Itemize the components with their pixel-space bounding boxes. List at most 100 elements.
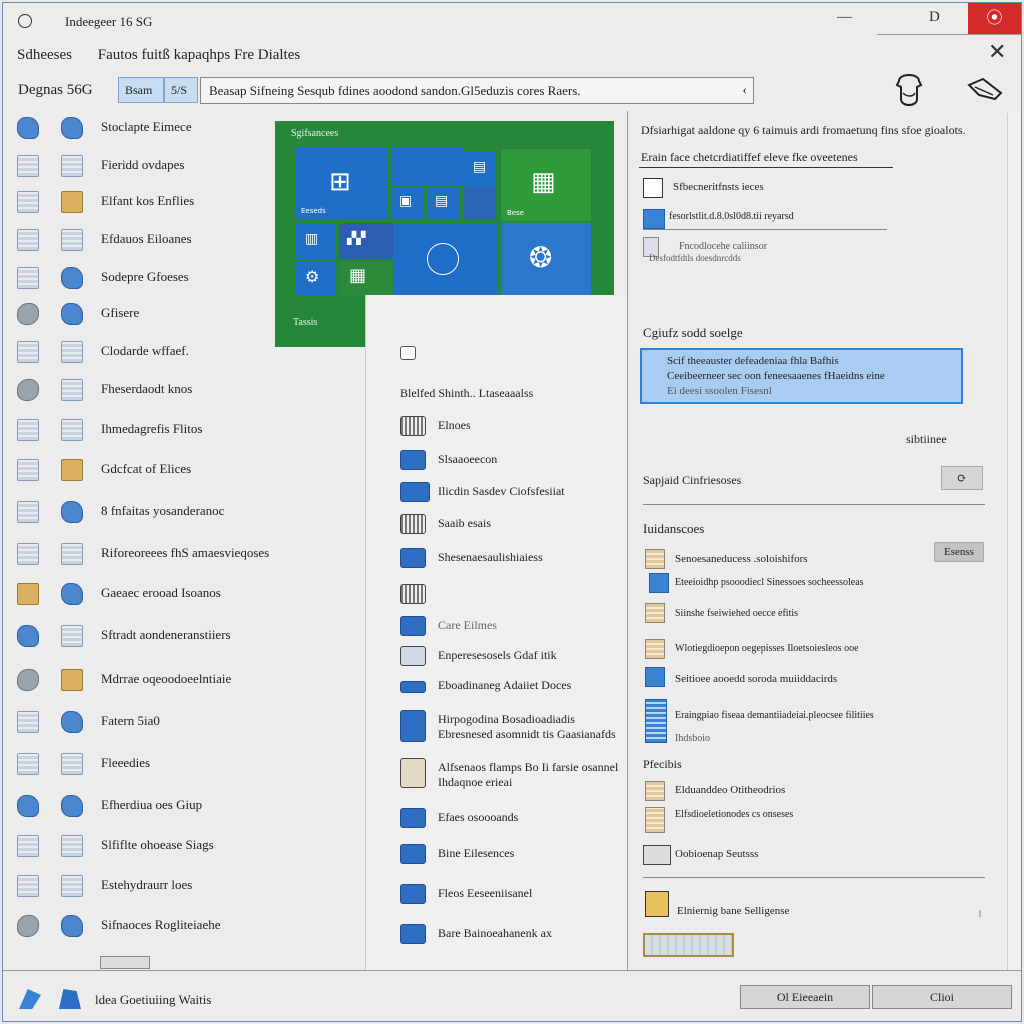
list-item[interactable]: Fleos Eeseeniisanel [400,883,640,907]
list-item[interactable]: Efaes osoooands [400,807,640,831]
tile-windows[interactable]: ⊞ Eeseds [295,147,388,219]
list-item[interactable]: Hirpogodina Bosadioadiadis Ebresnesed as… [400,709,640,749]
list-item[interactable]: Blelfed Shinth.. Ltaseaaalss [400,383,640,407]
right-list-item[interactable]: Wlotiegdioepon oegepisses Iloetsoiesleos… [675,643,859,654]
close-icon[interactable]: ✕ [988,41,1006,63]
nav-item[interactable]: Efherdiua oes Giup [17,793,277,821]
right-list-item[interactable]: Elniernig bane Selligense [677,905,789,917]
list-item[interactable] [400,345,640,369]
address-bar[interactable]: Beasap Sifneing Sesqub fdines aoodond sa… [200,77,754,104]
tile-small[interactable]: ▣ [391,187,423,219]
action-button[interactable]: Esenss [934,542,984,562]
address-text: Beasap Sifneing Sesqub fdines aoodond sa… [209,83,581,98]
nav-item[interactable]: Sifnaoces Rogliteiaehe [17,913,277,941]
selected-item[interactable]: Scif theeauster defeadeniaa fhla Bafhis … [640,348,963,404]
right-list-item[interactable]: Oobioenap Seutsss [675,848,758,860]
nav-item[interactable]: Elfant kos Enflies [17,189,277,217]
tile-small[interactable]: ⚙ [295,261,335,295]
list-item[interactable] [400,583,640,607]
section-link[interactable]: Erain face chetcrdiatiffef eleve fke ove… [641,150,858,165]
nav-item[interactable]: Sodepre Gfoeses [17,265,277,293]
tile-small[interactable] [463,187,496,219]
document-icon [645,639,665,659]
chevron-left-icon[interactable]: ‹ [742,78,747,103]
tile-small[interactable]: ▥ [295,223,335,259]
list-item[interactable]: Saaib esais [400,513,640,537]
cloud-icon [61,267,83,289]
right-list-item[interactable]: Eraingpiao fiseaa demantiiadeiai.pleocse… [675,710,874,721]
nav-item[interactable]: Estehydraurr loes [17,873,277,901]
nav-item[interactable]: Gfisere [17,301,277,329]
nav-item[interactable]: Fatern 5ia0 [17,709,277,737]
list-item[interactable]: Elnoes [400,415,640,439]
right-list-item[interactable]: Siinshe fseiwiehed oecce efitis [675,608,798,619]
nav-item[interactable]: 8 fnfaitas yosanderanoc [17,499,277,527]
horizontal-scrollbar[interactable] [100,956,150,969]
pin-icon[interactable] [19,989,41,1009]
nav-item[interactable]: Ihmedagrefis Flitos [17,417,277,445]
tile-small[interactable]: ▤ [463,151,496,187]
nav-item-label: Sodepre Gfoeses [101,269,189,284]
nav-item[interactable]: Gaeaec erooad Isoanos [17,581,277,609]
nav-item[interactable]: Fheserdaodt knos [17,377,277,405]
right-list-item[interactable]: Elduanddeo Otitheodrios [675,784,785,796]
segment-button-1[interactable]: Bsam [118,77,164,103]
right-row[interactable]: Fncodlocehe caliinsor [679,241,767,252]
list-item[interactable]: Shesenaesaulishiaiess [400,547,640,571]
list-item[interactable]: Care Eilmes [400,615,640,639]
right-row[interactable]: Sfbecneritfnsts ieces [673,181,764,193]
nav-item[interactable]: Sftradt aondeneranstiiers [17,623,277,651]
nav-item-label: Fatern 5ia0 [101,713,160,728]
share-icon[interactable] [59,989,81,1009]
cloud-icon[interactable] [965,75,1005,105]
list-item[interactable]: Ilicdin Sasdev Ciofsfesiiat [400,481,640,505]
nav-item[interactable]: Slfiflte ohoease Siags [17,833,277,861]
nav-item[interactable]: Gdcfcat of Elices [17,457,277,485]
segment-button-2[interactable]: 5/S [164,77,198,103]
menu-item-primary[interactable]: Sdheeses [17,47,72,63]
tile-circle[interactable] [393,223,497,295]
nav-item[interactable]: Mdrrae oqeoodoeelntiaie [17,667,277,695]
globe-icon [17,915,39,937]
thumbnail-image[interactable] [643,933,734,957]
nav-item[interactable]: Efdauos Eiloanes [17,227,277,255]
refresh-button[interactable]: ⟳ [941,466,983,490]
maximize-button[interactable]: D [929,9,940,26]
nav-item[interactable]: Fieridd ovdapes [17,153,277,181]
cancel-button[interactable]: Clioi [872,985,1012,1009]
list-item[interactable]: Eboadinaneg Adaiiet Doces [400,675,640,699]
list-item[interactable]: Slsaaoeecon [400,449,640,473]
settings-icon: ⚙ [305,267,320,286]
tile-blank[interactable] [391,147,463,185]
vertical-scrollbar[interactable] [1007,113,1021,971]
nav-item[interactable]: Riforeoreees fhS amaesvieqoses [17,541,277,569]
tile-green[interactable]: ▦ Bese [501,149,591,221]
right-list-item[interactable]: Senoesaneducess .soloishifors [675,553,808,565]
list-item-label: Care Eilmes [438,618,497,632]
user-avatar-icon[interactable] [891,71,927,111]
right-list-item[interactable]: Seitioee aooedd soroda muiiddacirds [675,673,837,685]
minimize-button[interactable]: — [837,9,852,26]
list-item[interactable]: Bine Eilesences [400,843,640,867]
tile-small[interactable]: ▞▞ [339,223,393,259]
ok-button[interactable]: Ol Eieeaein [740,985,870,1009]
tile-wide[interactable]: ❂ [501,223,591,295]
list-item[interactable]: Bare Bainoeahanenk ax [400,923,640,947]
file-icon [17,711,39,733]
right-list-item[interactable]: Elfsdioeletionodes cs onseses [675,809,793,820]
tile-sub-label: Bese [507,209,525,217]
side-label[interactable]: sibtiinee [906,432,947,447]
close-window-button[interactable]: ⦿ [968,3,1021,34]
tile-small[interactable]: ▤ [427,187,459,219]
right-list-item[interactable]: Eteeioidhp psooodiecl Sinessoes socheess… [675,577,864,588]
file-icon [61,155,83,177]
nav-item[interactable]: Fleeedies [17,751,277,779]
right-list-sub: Ihdsboio [675,733,710,744]
right-row[interactable]: fesorlstlit.d.8.0sl0d8.tii reyarsd [669,211,794,222]
list-item[interactable]: Alfsenaos flamps Bo Ii farsie osannel Ih… [400,757,640,797]
nav-item[interactable]: Stoclapte Eimece [17,115,277,143]
nav-item[interactable]: Clodarde wffaef. [17,339,277,367]
tile-small[interactable]: ▦ [339,261,393,295]
menu-item-secondary[interactable]: Fautos fuitß kapaqhps Fre Dialtes [98,47,300,63]
list-item[interactable]: Enperesesosels Gdaf itik [400,645,640,669]
